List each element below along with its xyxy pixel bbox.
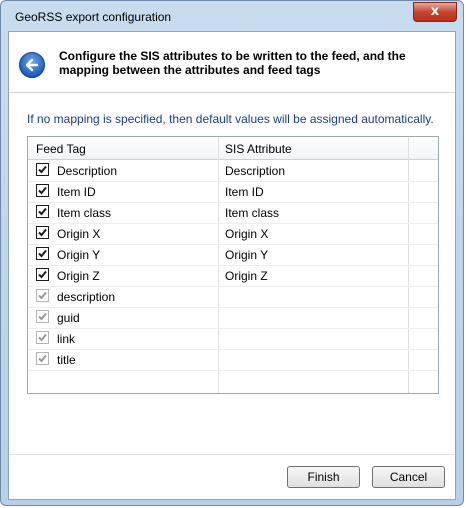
grid-header: Feed Tag SIS Attribute	[28, 137, 438, 160]
sis-attribute-cell[interactable]: Item ID	[225, 185, 264, 199]
checkmark-icon	[38, 186, 47, 195]
cancel-button[interactable]: Cancel	[372, 466, 445, 488]
table-row[interactable]: guid	[28, 307, 438, 329]
info-text: If no mapping is specified, then default…	[27, 112, 434, 126]
title-bar[interactable]: GeoRSS export configuration x	[1, 1, 463, 31]
dialog-client: Configure the SIS attributes to be writt…	[8, 31, 456, 500]
checkmark-icon	[38, 333, 47, 342]
feed-tag-cell: description	[57, 290, 116, 304]
back-arrow-icon	[25, 58, 39, 72]
finish-button[interactable]: Finish	[287, 466, 360, 488]
row-checkbox	[36, 310, 49, 323]
table-row[interactable]: Origin Z Origin Z	[28, 265, 438, 287]
feed-tag-cell: Origin Z	[57, 269, 100, 283]
row-checkbox[interactable]	[36, 163, 49, 176]
table-row[interactable]: Origin X Origin X	[28, 223, 438, 245]
checkmark-icon	[38, 270, 47, 279]
feed-tag-cell: Item ID	[57, 185, 96, 199]
table-row[interactable]: Item class Item class	[28, 202, 438, 224]
row-checkbox[interactable]	[36, 226, 49, 239]
column-header-sis-attribute[interactable]: SIS Attribute	[225, 142, 292, 156]
close-icon: x	[430, 4, 440, 19]
table-row[interactable]: link	[28, 328, 438, 350]
sis-attribute-cell[interactable]: Origin X	[225, 227, 268, 241]
checkmark-icon	[38, 249, 47, 258]
checkmark-icon	[38, 207, 47, 216]
sis-attribute-cell[interactable]: Origin Y	[225, 248, 268, 262]
back-button[interactable]	[19, 52, 45, 78]
dialog-window: GeoRSS export configuration x Configure …	[0, 0, 464, 506]
wizard-instructions: Configure the SIS attributes to be writt…	[59, 49, 406, 77]
checkmark-icon	[38, 354, 47, 363]
table-row[interactable]: Item ID Item ID	[28, 181, 438, 203]
footer-divider	[9, 454, 455, 455]
table-row[interactable]: Origin Y Origin Y	[28, 244, 438, 266]
checkmark-icon	[38, 165, 47, 174]
feed-tag-cell: Item class	[57, 206, 112, 220]
sis-attribute-cell[interactable]: Description	[225, 164, 285, 178]
column-header-feed-tag[interactable]: Feed Tag	[36, 142, 86, 156]
sis-attribute-cell[interactable]: Origin Z	[225, 269, 268, 283]
row-checkbox[interactable]	[36, 205, 49, 218]
window-title: GeoRSS export configuration	[15, 10, 172, 24]
sis-attribute-cell[interactable]: Item class	[225, 206, 279, 220]
feed-tag-cell: Origin X	[57, 227, 101, 241]
close-button[interactable]: x	[413, 2, 457, 22]
table-row[interactable]: description	[28, 286, 438, 308]
table-row[interactable]: title	[28, 349, 438, 371]
row-checkbox[interactable]	[36, 184, 49, 197]
row-checkbox	[36, 331, 49, 344]
feed-tag-cell: title	[57, 353, 76, 367]
row-checkbox	[36, 289, 49, 302]
feed-tag-cell: Description	[57, 164, 118, 178]
mapping-grid[interactable]: Feed Tag SIS Attribute Description Descri…	[27, 136, 439, 394]
row-checkbox	[36, 352, 49, 365]
feed-tag-cell: Origin Y	[57, 248, 101, 262]
checkmark-icon	[38, 228, 47, 237]
row-checkbox[interactable]	[36, 247, 49, 260]
table-row[interactable]: Description Description	[28, 160, 438, 182]
wizard-header: Configure the SIS attributes to be writt…	[9, 32, 455, 93]
checkmark-icon	[38, 291, 47, 300]
row-checkbox[interactable]	[36, 268, 49, 281]
feed-tag-cell: guid	[57, 311, 80, 325]
checkmark-icon	[38, 312, 47, 321]
feed-tag-cell: link	[57, 332, 76, 346]
